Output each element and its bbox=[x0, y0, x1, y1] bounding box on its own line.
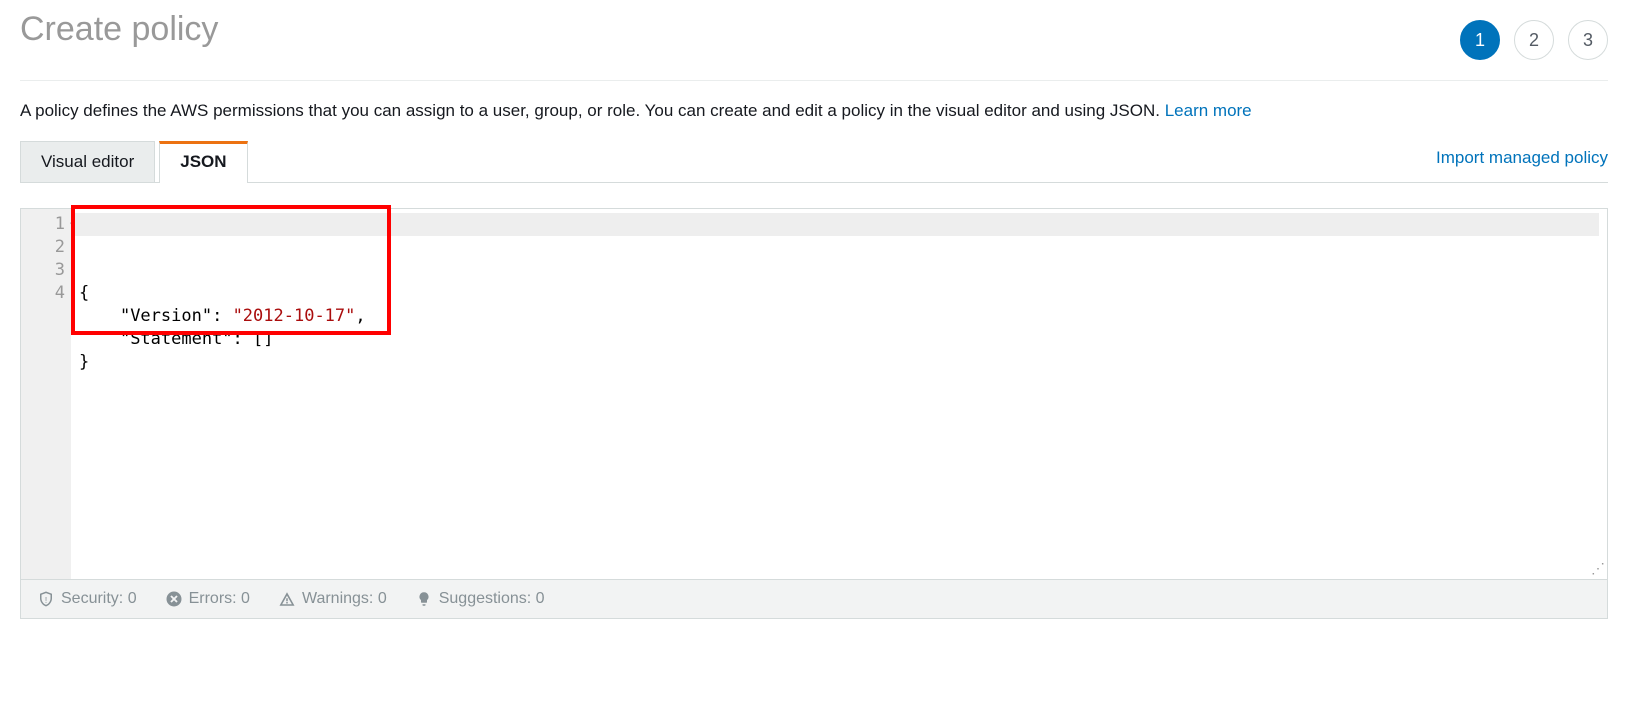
code-l3-indent bbox=[79, 329, 120, 349]
editor-gutter: 1 2 3 4 bbox=[21, 209, 71, 579]
code-l3-key: "Statement" bbox=[120, 329, 233, 349]
code-l1: { bbox=[79, 283, 89, 303]
status-errors[interactable]: Errors: 0 bbox=[165, 590, 250, 608]
code-l2-indent bbox=[79, 306, 120, 326]
svg-text:!: ! bbox=[45, 596, 47, 605]
line-number-4: 4 bbox=[21, 282, 65, 305]
step-3[interactable]: 3 bbox=[1568, 20, 1608, 60]
code-l4: } bbox=[79, 352, 89, 372]
code-lines: { "Version": "2012-10-17", "Statement": … bbox=[79, 282, 1599, 374]
active-line-highlight bbox=[71, 213, 1599, 236]
wizard-steps: 1 2 3 bbox=[1460, 10, 1608, 60]
code-content[interactable]: { "Version": "2012-10-17", "Statement": … bbox=[71, 209, 1607, 579]
line-number-2: 2 bbox=[21, 236, 65, 259]
shield-icon: ! bbox=[37, 590, 55, 608]
header-row: Create policy 1 2 3 bbox=[20, 0, 1608, 80]
status-security-text: Security: 0 bbox=[61, 590, 137, 608]
divider bbox=[20, 80, 1608, 81]
json-editor: 1 2 3 4 { "Version": "2012-10-17", "Stat… bbox=[20, 208, 1608, 619]
error-icon bbox=[165, 590, 183, 608]
learn-more-link[interactable]: Learn more bbox=[1165, 101, 1252, 120]
step-1[interactable]: 1 bbox=[1460, 20, 1500, 60]
tabs: Visual editor JSON bbox=[20, 141, 252, 182]
status-suggestions-text: Suggestions: 0 bbox=[439, 590, 545, 608]
tab-visual-editor[interactable]: Visual editor bbox=[20, 141, 155, 182]
code-l2-sep: : bbox=[212, 306, 232, 326]
code-l3-val: [] bbox=[253, 329, 273, 349]
policy-description: A policy defines the AWS permissions tha… bbox=[20, 101, 1608, 121]
status-warnings-text: Warnings: 0 bbox=[302, 590, 387, 608]
status-warnings[interactable]: Warnings: 0 bbox=[278, 590, 387, 608]
step-2[interactable]: 2 bbox=[1514, 20, 1554, 60]
line-number-1: 1 bbox=[21, 213, 65, 236]
editor-status-bar: ! Security: 0 Errors: 0 Warnings: 0 Sugg… bbox=[21, 579, 1607, 618]
status-errors-text: Errors: 0 bbox=[189, 590, 250, 608]
code-l2-end: , bbox=[355, 306, 365, 326]
editor-area[interactable]: 1 2 3 4 { "Version": "2012-10-17", "Stat… bbox=[21, 209, 1607, 579]
bulb-icon bbox=[415, 590, 433, 608]
code-l2-val: "2012-10-17" bbox=[233, 306, 356, 326]
warning-icon bbox=[278, 590, 296, 608]
code-l2-key: "Version" bbox=[120, 306, 212, 326]
description-text: A policy defines the AWS permissions tha… bbox=[20, 101, 1165, 120]
page-title: Create policy bbox=[20, 10, 218, 49]
status-security[interactable]: ! Security: 0 bbox=[37, 590, 137, 608]
tab-json[interactable]: JSON bbox=[159, 141, 247, 183]
line-number-3: 3 bbox=[21, 259, 65, 282]
code-l3-sep: : bbox=[233, 329, 253, 349]
status-suggestions[interactable]: Suggestions: 0 bbox=[415, 590, 545, 608]
import-managed-policy-link[interactable]: Import managed policy bbox=[1436, 148, 1608, 176]
tabs-row: Visual editor JSON Import managed policy bbox=[20, 141, 1608, 183]
